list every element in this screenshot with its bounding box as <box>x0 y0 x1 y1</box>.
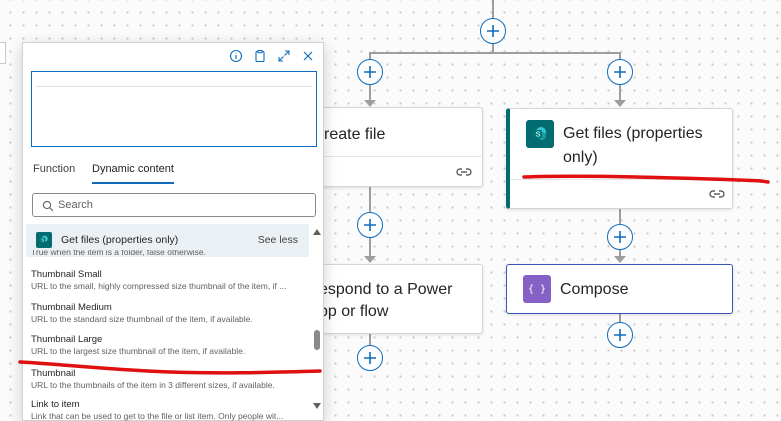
scroll-up-icon[interactable] <box>313 229 321 235</box>
dynamic-content-panel: Function Dynamic content Search S Get fi… <box>22 42 324 421</box>
add-action-button-left[interactable] <box>357 59 383 85</box>
list-item-name: Thumbnail Medium <box>31 302 112 313</box>
sharepoint-icon: S <box>526 120 554 148</box>
card-title-line2: only) <box>563 149 598 166</box>
svg-text:S: S <box>41 238 44 243</box>
card-title-line2: pp or flow <box>319 303 389 320</box>
connector-left-branch-mid <box>369 85 371 101</box>
connector-right-branch-mid <box>619 85 621 101</box>
add-action-button-left-mid[interactable] <box>357 212 383 238</box>
list-item-thumbnail-medium[interactable]: Thumbnail Medium URL to the standard siz… <box>31 302 309 325</box>
connector-branch-horizontal <box>369 52 620 54</box>
list-item-partial[interactable]: True when the item is a folder, false ot… <box>31 250 309 259</box>
list-item-name: Thumbnail <box>31 368 76 379</box>
scrollbar[interactable] <box>313 229 321 419</box>
add-icon <box>364 352 376 364</box>
tab-function[interactable]: Function <box>33 163 75 175</box>
list-item-link-to-item[interactable]: Link to item Link that can be used to ge… <box>31 399 309 421</box>
clipboard-icon[interactable] <box>253 49 267 63</box>
search-icon <box>42 200 54 212</box>
svg-text:S: S <box>536 132 541 139</box>
add-action-button-right[interactable] <box>607 59 633 85</box>
add-action-button-right-bottom[interactable] <box>607 322 633 348</box>
connector-right-lower-1 <box>619 209 621 224</box>
arrow-head-right <box>614 100 626 107</box>
add-action-button-top[interactable] <box>480 18 506 44</box>
link-icon <box>709 190 725 198</box>
scrollbar-thumb[interactable] <box>314 330 320 350</box>
search-placeholder: Search <box>58 199 93 211</box>
close-icon[interactable] <box>301 49 315 63</box>
compose-card[interactable]: { } Compose <box>506 264 733 314</box>
respond-to-power-app-card[interactable]: espond to a Power pp or flow <box>300 264 483 334</box>
list-item-thumbnail[interactable]: Thumbnail URL to the thumbnails of the i… <box>31 368 309 391</box>
create-file-card[interactable]: reate file <box>300 107 483 187</box>
list-item-name: Link to item <box>31 399 80 410</box>
arrow-head-left-lower <box>364 256 376 263</box>
arrow-head-left <box>364 100 376 107</box>
add-icon <box>364 219 376 231</box>
info-icon[interactable] <box>229 49 243 63</box>
list-item-description: URL to the thumbnails of the item in 3 d… <box>31 380 275 390</box>
group-title: Get files (properties only) <box>61 234 179 246</box>
list-item-description: True when the item is a folder, false ot… <box>31 250 206 257</box>
list-item-name: Thumbnail Large <box>31 334 103 345</box>
list-item-description: URL to the standard size thumbnail of th… <box>31 314 253 324</box>
sharepoint-icon: S <box>36 232 52 248</box>
add-icon <box>487 25 499 37</box>
compose-icon: { } <box>523 275 551 303</box>
panel-header-actions <box>229 49 315 63</box>
expand-icon[interactable] <box>277 49 291 63</box>
connector-left-lower-1 <box>369 187 371 212</box>
list-item-description: URL to the small, highly compressed size… <box>31 281 287 291</box>
card-title-line1: espond to a Power <box>319 281 453 298</box>
see-less-link[interactable]: See less <box>258 234 298 246</box>
tab-dynamic-content[interactable]: Dynamic content <box>92 163 174 175</box>
add-icon <box>614 231 626 243</box>
list-item-thumbnail-large[interactable]: Thumbnail Large URL to the largest size … <box>31 334 309 357</box>
add-action-button-left-bottom[interactable] <box>357 345 383 371</box>
list-item-name: Thumbnail Small <box>31 269 102 280</box>
card-title: reate file <box>324 126 386 143</box>
add-icon <box>614 66 626 78</box>
add-icon <box>364 66 376 78</box>
connector-left-lower-2 <box>369 237 371 257</box>
arrow-head-right-lower <box>614 256 626 263</box>
add-icon <box>614 329 626 341</box>
add-action-button-right-mid[interactable] <box>607 224 633 250</box>
connector-top <box>492 0 494 18</box>
expression-input[interactable] <box>31 71 317 147</box>
card-title: Compose <box>560 281 629 298</box>
panel-anchor-notch <box>0 42 6 64</box>
list-item-thumbnail-small[interactable]: Thumbnail Small URL to the small, highly… <box>31 269 309 292</box>
list-item-description: URL to the largest size thumbnail of the… <box>31 346 246 356</box>
search-input[interactable]: Search <box>32 193 316 217</box>
connector-left-bottom <box>369 334 371 345</box>
active-tab-indicator <box>92 182 174 184</box>
card-title-line1: Get files (properties <box>563 125 703 142</box>
scroll-down-icon[interactable] <box>313 403 321 409</box>
link-icon <box>456 168 472 176</box>
list-item-description: Link that can be used to get to the file… <box>31 411 284 421</box>
get-files-card[interactable]: S Get files (properties only) <box>506 108 733 209</box>
